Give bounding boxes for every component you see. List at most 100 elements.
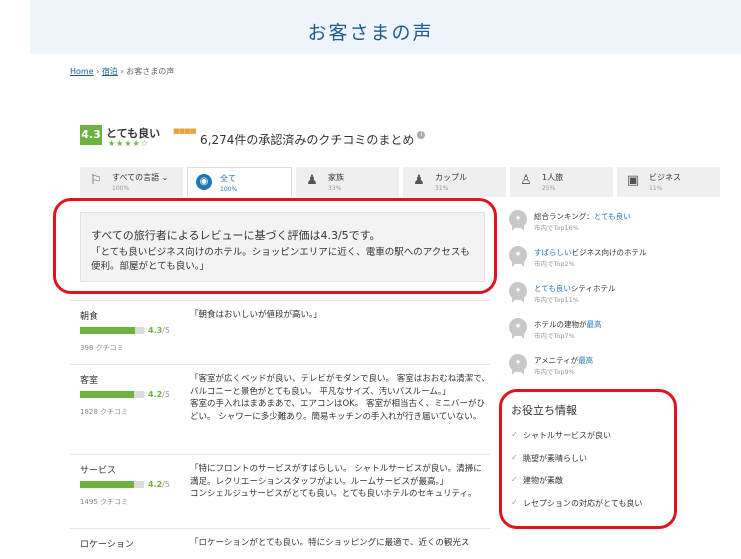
tab-percentage: 100%: [220, 186, 238, 193]
category-score-max: /5: [162, 326, 170, 335]
tab-percentage: 25%: [542, 185, 556, 192]
breadcrumb-lodging-link[interactable]: 宿泊: [102, 67, 118, 76]
highlight-circle: [499, 389, 677, 529]
ranking-prefix: 総合ランキング：: [534, 212, 594, 221]
category-name: 客室: [80, 376, 99, 386]
category-score: 4.2/5: [148, 390, 170, 399]
ranking-subtitle: 市内でTop16%: [534, 224, 579, 232]
category-name: サービス: [80, 466, 117, 476]
category-score: 4.2/5: [148, 480, 170, 489]
score-badge: 4.3: [80, 125, 102, 145]
ranking-item: ✦ すばらしいビジネス向けのホテル 市内でTop2%: [508, 246, 728, 276]
category-quote: 「特にフロントのサービスがすばらしい。 シャトルサービスが良い。清掃に満足。レク…: [190, 464, 482, 499]
category-row: 朝食 4.3/5 398 クチコミ 「朝食はおいしいが値段が高い。」: [70, 300, 490, 364]
tab-briefcase[interactable]: ▣ ビジネス 11%: [617, 167, 720, 197]
ranking-highlight: 最高: [586, 320, 602, 329]
ranking-subtitle: 市内でTop9%: [534, 368, 575, 376]
ranking-item: ✦ 総合ランキング：とても良い 市内でTop16%: [508, 210, 728, 240]
ranking-item: ✦ アメニティが最高 市内でTop9%: [508, 354, 728, 384]
tab-globe[interactable]: ◉ 全て 100%: [187, 167, 292, 197]
breadcrumb-home-link[interactable]: Home: [70, 67, 94, 76]
ranking-badge-icon: ✦: [508, 246, 528, 272]
category-score-value: 4.2: [148, 480, 163, 489]
ranking-title: ホテルの建物が最高: [534, 319, 602, 330]
ranking-suffix: シティホテル: [570, 284, 616, 293]
category-row: ロケーション 「ロケーションがとても良い。特にショッピングに最適で、近くの観光ス: [70, 528, 490, 558]
tab-percentage: 11%: [649, 185, 663, 192]
ranking-highlight: すばらしい: [534, 248, 572, 257]
ranking-subtitle: 市内でTop7%: [534, 332, 575, 340]
ranking-highlight: とても良い: [593, 212, 631, 221]
ranking-prefix: ホテルの建物が: [534, 320, 587, 329]
category-row: サービス 4.2/5 1495 クチコミ 「特にフロントのサービスがすばらしい。 シャ…: [70, 454, 490, 528]
tab-couple[interactable]: ♟ カップル 31%: [403, 167, 506, 197]
tab-label: ビジネス: [649, 173, 681, 182]
category-score-max: /5: [162, 390, 170, 399]
ranking-title: すばらしいビジネス向けのホテル: [534, 247, 647, 258]
rating-squares-icon: ■■■■: [173, 127, 196, 135]
ranking-highlight: とても良い: [534, 284, 571, 293]
category-score-value: 4.3: [148, 326, 163, 335]
tab-label: 1人旅: [542, 173, 564, 182]
category-review-count: 1828 クチコミ: [80, 408, 129, 416]
category-score-bar-fill: [80, 391, 134, 398]
category-quote: 「客室が広くベッドが良い、テレビがモダンで良い。 客室はおおむね清潔で、バルコニ…: [190, 374, 490, 422]
category-review-count: 398 クチコミ: [80, 344, 124, 352]
review-summary: 4.3 とても良い ■■■■ ★★★★☆ 6,274件の承認済みのクチコミのまと…: [80, 125, 720, 155]
category-score-bar: [80, 327, 144, 334]
breadcrumb-separator: ›: [96, 67, 100, 76]
language-icon: ⚐: [90, 173, 102, 188]
ranking-item: ✦ とても良いシティホテル 市内でTop11%: [508, 282, 728, 312]
badge-ribbon: [512, 261, 524, 267]
ranking-title: アメニティが最高: [534, 355, 593, 366]
category-list: 朝食 4.3/5 398 クチコミ 「朝食はおいしいが値段が高い。」客室 4.2/5 18…: [70, 300, 490, 558]
breadcrumb: Home › 宿泊 › お客さまの声: [70, 66, 174, 77]
ranking-suffix: ビジネス向けのホテル: [571, 248, 647, 257]
ranking-item: ✦ ホテルの建物が最高 市内でTop7%: [508, 318, 728, 348]
summary-text: 6,274件の承認済みのクチコミのまとめ i: [200, 131, 426, 148]
tab-label: カップル: [435, 173, 467, 182]
globe-icon: ◉: [196, 174, 212, 190]
tab-percentage: 100%: [112, 185, 130, 192]
tab-percentage: 31%: [435, 185, 449, 192]
tab-percentage: 33%: [328, 185, 342, 192]
ranking-subtitle: 市内でTop11%: [534, 296, 579, 304]
ranking-title: とても良いシティホテル: [534, 283, 615, 294]
category-score-max: /5: [162, 480, 170, 489]
tab-family[interactable]: ♟ 家族 33%: [296, 167, 399, 197]
ranking-highlight: 最高: [578, 356, 594, 365]
tab-label: 家族: [328, 173, 344, 182]
ranking-badge-icon: ✦: [508, 210, 528, 236]
tab-language[interactable]: ⚐ すべての言語 ⌄ 100%: [80, 167, 183, 197]
category-quote: 「ロケーションがとても良い。特にショッピングに最適で、近くの観光ス: [190, 538, 470, 548]
ranking-prefix: アメニティが: [534, 356, 579, 365]
tab-solo[interactable]: ♙ 1人旅 25%: [510, 167, 613, 197]
ranking-subtitle: 市内でTop2%: [534, 260, 575, 268]
ranking-title: 総合ランキング：とても良い: [534, 211, 631, 222]
badge-ribbon: [512, 369, 524, 375]
breadcrumb-current: お客さまの声: [126, 67, 175, 76]
traveler-type-tabs: ⚐ すべての言語 ⌄ 100% ◉ 全て 100% ♟ 家族 33% ♟ カップル 31% ♙ 1人旅 25…: [80, 167, 720, 197]
category-score-value: 4.2: [148, 390, 163, 399]
category-score: 4.3/5: [148, 326, 170, 335]
ranking-badge-icon: ✦: [508, 318, 528, 344]
breadcrumb-separator: ›: [120, 67, 124, 76]
category-quote: 「朝食はおいしいが値段が高い。」: [190, 310, 322, 320]
category-score-bar-fill: [80, 481, 134, 488]
briefcase-icon: ▣: [626, 173, 640, 188]
star-rating-icon: ★★★★☆: [108, 139, 149, 148]
info-icon[interactable]: i: [417, 131, 426, 139]
badge-ribbon: [512, 225, 524, 231]
page-title: お客さまの声: [307, 22, 434, 44]
solo-icon: ♙: [520, 173, 532, 188]
badge-ribbon: [512, 297, 524, 303]
ranking-badge-icon: ✦: [508, 354, 528, 380]
badge-ribbon: [512, 333, 524, 339]
tab-label: 全て: [220, 174, 236, 183]
category-name: ロケーション: [80, 540, 134, 550]
category-score-bar: [80, 391, 144, 398]
highlight-circle: [53, 198, 497, 294]
category-score-bar: [80, 481, 144, 488]
category-name: 朝食: [80, 312, 99, 322]
category-review-count: 1495 クチコミ: [80, 498, 129, 506]
